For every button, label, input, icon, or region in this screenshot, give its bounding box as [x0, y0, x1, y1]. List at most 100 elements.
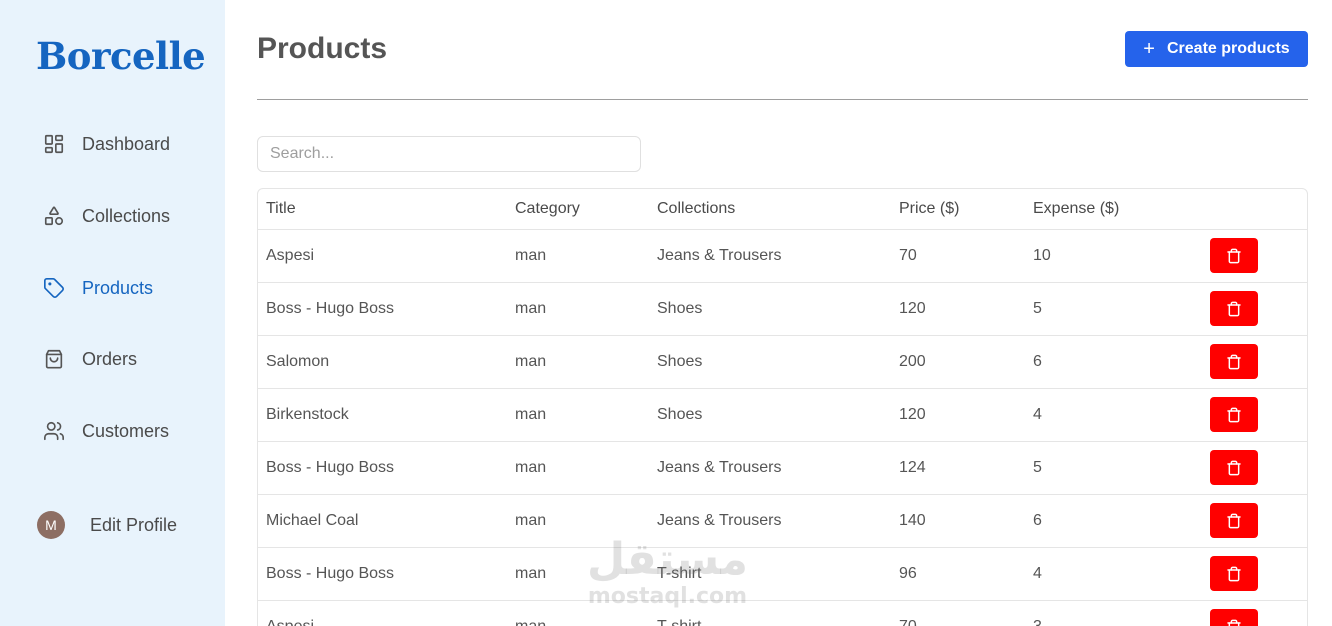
cell-collections: T-shirt: [649, 547, 891, 601]
cell-category: man: [507, 229, 649, 283]
trash-icon: [1226, 566, 1242, 582]
edit-profile-label: Edit Profile: [90, 514, 178, 535]
column-header-collections[interactable]: Collections: [649, 189, 891, 230]
cell-title[interactable]: Boss - Hugo Boss: [258, 282, 507, 336]
cell-actions: [1202, 441, 1307, 495]
cell-collections: Shoes: [649, 282, 891, 336]
tag-icon: [42, 276, 66, 300]
cell-category: man: [507, 600, 649, 626]
sidebar-item-collections[interactable]: Collections: [42, 202, 170, 230]
cell-price: 200: [891, 335, 1025, 389]
users-icon: [42, 419, 66, 443]
cell-title[interactable]: Boss - Hugo Boss: [258, 441, 507, 495]
sidebar-item-label: Collections: [82, 205, 171, 226]
trash-icon: [1226, 619, 1242, 626]
cell-actions: [1202, 229, 1307, 283]
delete-button[interactable]: [1210, 238, 1258, 273]
sidebar-item-products[interactable]: Products: [42, 274, 153, 302]
page-title: Products: [257, 32, 388, 65]
table-row[interactable]: Salomon man Shoes 200 6: [258, 335, 1307, 389]
cell-expense: 5: [1025, 441, 1202, 495]
delete-button[interactable]: [1210, 291, 1258, 326]
cell-title[interactable]: Boss - Hugo Boss: [258, 547, 507, 601]
cell-category: man: [507, 335, 649, 389]
cell-actions: [1202, 547, 1307, 601]
column-header-expense[interactable]: Expense ($): [1025, 189, 1202, 230]
delete-button[interactable]: [1210, 450, 1258, 485]
cell-price: 140: [891, 494, 1025, 548]
edit-profile-link[interactable]: M Edit Profile: [37, 511, 177, 539]
cell-price: 96: [891, 547, 1025, 601]
sidebar-item-customers[interactable]: Customers: [42, 417, 169, 445]
cell-price: 124: [891, 441, 1025, 495]
delete-button[interactable]: [1210, 344, 1258, 379]
cell-expense: 4: [1025, 388, 1202, 442]
delete-button[interactable]: [1210, 397, 1258, 432]
cell-actions: [1202, 600, 1307, 626]
cell-category: man: [507, 388, 649, 442]
cell-collections: Jeans & Trousers: [649, 441, 891, 495]
delete-button[interactable]: [1210, 609, 1258, 626]
cell-expense: 6: [1025, 335, 1202, 389]
cell-actions: [1202, 494, 1307, 548]
table-row[interactable]: Boss - Hugo Boss man T-shirt 96 4: [258, 547, 1307, 601]
cell-price: 70: [891, 600, 1025, 626]
sidebar-item-label: Products: [82, 277, 154, 298]
sidebar-item-label: Customers: [82, 420, 170, 441]
header-divider: [257, 99, 1308, 100]
cell-category: man: [507, 494, 649, 548]
trash-icon: [1226, 248, 1242, 264]
shapes-icon: [42, 204, 66, 228]
column-header-price[interactable]: Price ($): [891, 189, 1025, 230]
cell-expense: 10: [1025, 229, 1202, 283]
cell-collections: Shoes: [649, 388, 891, 442]
delete-button[interactable]: [1210, 556, 1258, 591]
column-header-category[interactable]: Category: [507, 189, 649, 230]
cell-title[interactable]: Birkenstock: [258, 388, 507, 442]
cell-title[interactable]: Salomon: [258, 335, 507, 389]
cell-title[interactable]: Aspesi: [258, 229, 507, 283]
column-header-title[interactable]: Title: [258, 189, 507, 230]
trash-icon: [1226, 460, 1242, 476]
sidebar-item-label: Dashboard: [82, 133, 171, 154]
trash-icon: [1226, 407, 1242, 423]
cell-category: man: [507, 441, 649, 495]
delete-button[interactable]: [1210, 503, 1258, 538]
table-row[interactable]: Aspesi man Jeans & Trousers 70 10: [258, 229, 1307, 283]
column-header-actions: [1202, 189, 1307, 230]
table-row[interactable]: Aspesi man T-shirt 70 3: [258, 600, 1307, 626]
cell-expense: 3: [1025, 600, 1202, 626]
cell-collections: T-shirt: [649, 600, 891, 626]
cell-actions: [1202, 335, 1307, 389]
cell-price: 70: [891, 229, 1025, 283]
cell-collections: Jeans & Trousers: [649, 229, 891, 283]
table-row[interactable]: Boss - Hugo Boss man Shoes 120 5: [258, 282, 1307, 336]
search-input[interactable]: [257, 136, 641, 172]
sidebar-item-dashboard[interactable]: Dashboard: [42, 130, 170, 158]
cell-collections: Jeans & Trousers: [649, 494, 891, 548]
brand-logo[interactable]: Borcelle: [36, 34, 206, 78]
sidebar-item-orders[interactable]: Orders: [42, 345, 137, 373]
create-products-button[interactable]: + Create products: [1125, 31, 1308, 67]
cell-title[interactable]: Michael Coal: [258, 494, 507, 548]
trash-icon: [1226, 301, 1242, 317]
cell-title[interactable]: Aspesi: [258, 600, 507, 626]
cell-category: man: [507, 282, 649, 336]
avatar: M: [37, 511, 65, 539]
create-products-label: Create products: [1166, 40, 1290, 57]
table-header-row: Title Category Collections Price ($) Exp…: [258, 189, 1307, 230]
cell-expense: 4: [1025, 547, 1202, 601]
table-row[interactable]: Boss - Hugo Boss man Jeans & Trousers 124 5: [258, 441, 1307, 495]
cell-category: man: [507, 547, 649, 601]
table-row[interactable]: Michael Coal man Jeans & Trousers 140 6: [258, 494, 1307, 548]
shopping-bag-icon: [42, 347, 66, 371]
trash-icon: [1226, 513, 1242, 529]
cell-actions: [1202, 282, 1307, 336]
dashboard-icon: [42, 132, 66, 156]
cell-actions: [1202, 388, 1307, 442]
plus-icon: +: [1143, 38, 1155, 60]
products-table: Title Category Collections Price ($) Exp…: [257, 188, 1308, 626]
sidebar: Borcelle Dashboard Collections Products: [0, 0, 225, 626]
table-row[interactable]: Birkenstock man Shoes 120 4: [258, 388, 1307, 442]
cell-collections: Shoes: [649, 335, 891, 389]
